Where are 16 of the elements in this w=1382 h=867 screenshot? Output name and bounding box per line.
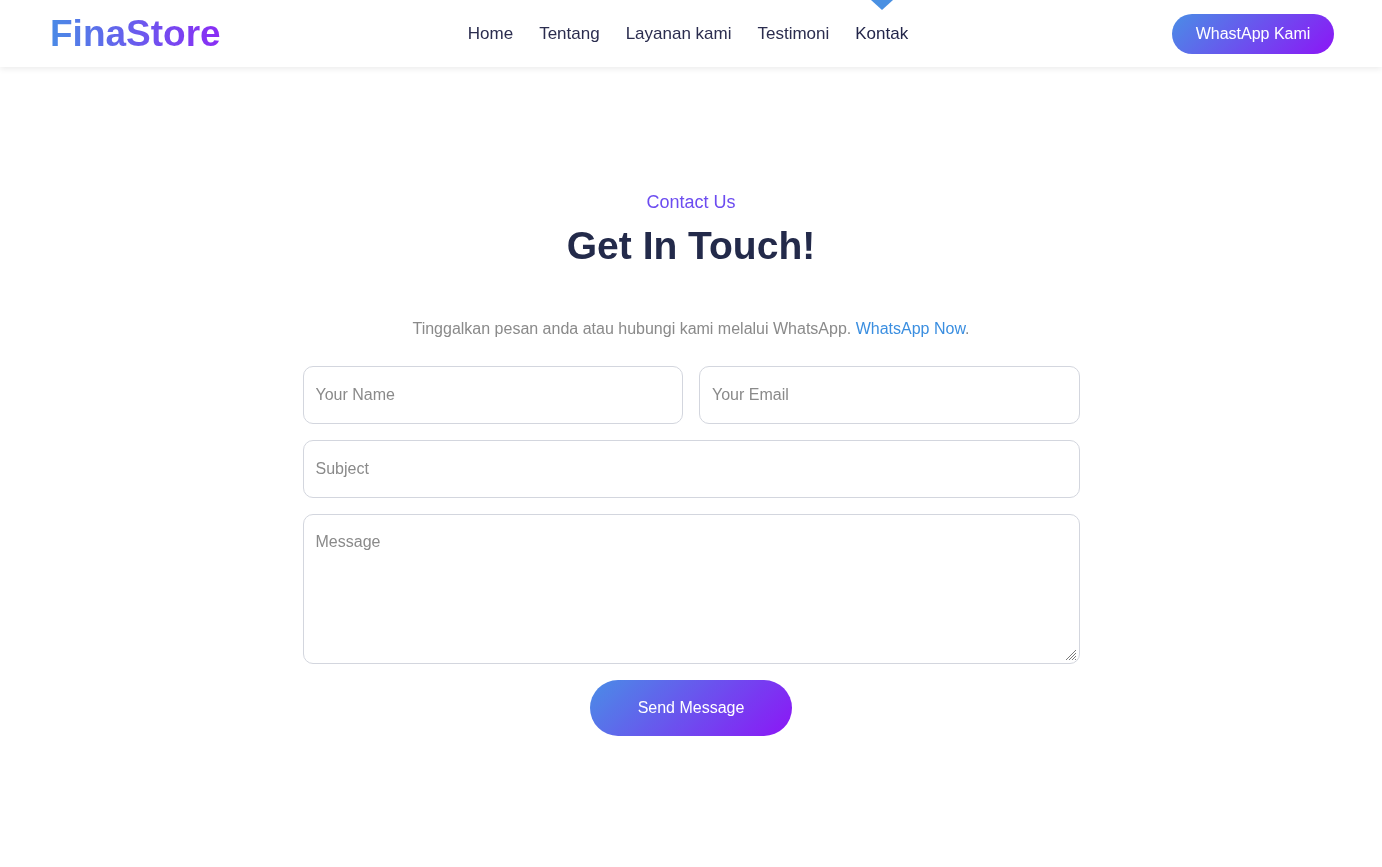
nav-link[interactable]: Layanan kami <box>625 0 732 45</box>
section-eyebrow: Contact Us <box>646 191 736 213</box>
resize-grip-icon[interactable] <box>1064 649 1077 661</box>
input-field[interactable]: Your Name <box>302 366 683 424</box>
intro-text: Tinggalkan pesan anda atau hubungi kami melalui WhatsApp. WhatsApp Now. <box>412 319 970 339</box>
active-marker-icon <box>870 0 893 10</box>
whatsapp-button[interactable]: WhastApp Kami <box>1172 13 1334 54</box>
nav-link[interactable]: Testimoni <box>757 0 830 45</box>
nav-link[interactable]: Kontak <box>855 0 909 45</box>
send-message-button[interactable]: Send Message <box>590 680 792 736</box>
input-field[interactable]: Your Email <box>699 366 1080 424</box>
input-field[interactable]: Subject <box>302 440 1080 498</box>
message-field[interactable]: Message <box>302 514 1080 664</box>
nav-link[interactable]: Home <box>467 0 514 45</box>
section-title: Get In Touch! <box>566 223 816 269</box>
nav-link[interactable]: Tentang <box>539 0 600 45</box>
